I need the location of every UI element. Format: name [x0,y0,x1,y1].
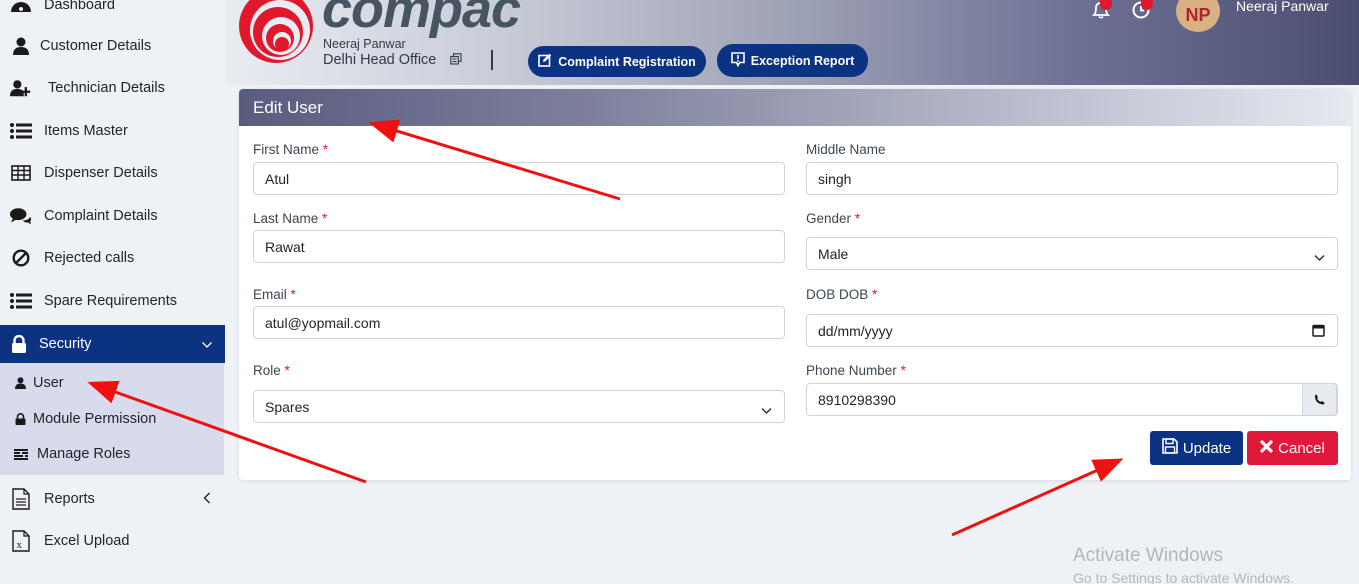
sidebar-item-label: Customer Details [40,38,152,54]
phone-addon [1302,383,1337,416]
compac-logo-icon [238,0,314,64]
sidebar-item-label: Excel Upload [44,533,130,549]
exception-report-label: Exception Report [750,53,855,68]
chevron-down-icon [761,402,772,418]
role-select[interactable]: Spares [253,390,785,423]
user-plus-icon [10,77,32,99]
notification-bell-icon[interactable] [1090,0,1112,20]
exception-report-button[interactable]: Exception Report [717,44,868,77]
activate-windows-subtitle: Go to Settings to activate Windows. [1073,570,1294,584]
chevron-down-icon [1314,249,1325,265]
complaint-registration-label: Complaint Registration [558,54,696,69]
last-name-input[interactable]: Rawat [253,230,785,263]
first-name-input[interactable]: Atul [253,162,785,195]
email-input[interactable]: atul@yopmail.com [253,306,785,339]
sidebar-item-label: Dashboard [44,0,115,13]
first-name-label: First Name * [253,142,329,157]
update-button[interactable]: Update [1150,431,1243,465]
excel-file-icon: x [10,530,32,552]
header-user-name: Neeraj Panwar [323,37,406,51]
sidebar-item-label: Rejected calls [44,250,135,266]
cancel-label: Cancel [1278,439,1325,457]
edit-user-card: Edit User First Name * Atul Middle Name … [239,89,1351,480]
user-icon [10,35,32,57]
page-title: Edit User [253,97,323,117]
chevron-left-icon [203,492,211,508]
avatar[interactable]: NP [1176,0,1220,32]
header-divider [491,50,493,70]
comments-icon [10,205,32,227]
sidebar-item-label: Technician Details [48,80,165,96]
cancel-button[interactable]: Cancel [1247,431,1338,465]
sidebar-item-complaint-details[interactable]: Complaint Details [0,195,225,237]
exception-report-icon [730,51,745,70]
sidebar-item-label: Complaint Details [44,208,158,224]
sidebar-item-items-master[interactable]: Items Master [0,110,225,152]
list-icon [10,120,32,142]
sidebar-item-dashboard[interactable]: Dashboard [0,0,225,26]
user-icon [13,376,27,390]
dob-input[interactable]: dd/mm/yyyy [806,314,1338,347]
sidebar-item-dispenser-details[interactable]: Dispenser Details [0,152,225,194]
gender-label: Gender * [806,211,861,226]
sidebar-item-customer-details[interactable]: Customer Details [0,25,225,67]
edit-icon [538,53,552,70]
close-icon [1260,439,1273,457]
sidebar-item-label: Dispenser Details [44,165,158,181]
middle-name-label: Middle Name [806,142,886,157]
sidebar-item-reports[interactable]: Reports [0,478,225,520]
last-name-label: Last Name * [253,211,328,226]
roles-icon [14,447,28,461]
role-label: Role * [253,363,290,378]
sidebar-item-label: Reports [44,491,95,507]
security-submenu: User Module Permission Manage Roles [0,363,224,475]
dashboard-icon [10,0,32,16]
phone-label: Phone Number * [806,363,906,378]
email-label: Email * [253,287,296,302]
sidebar-subitem-user[interactable]: User [0,366,224,400]
dob-label: DOB DOB * [806,287,878,302]
chevron-down-icon [201,337,213,353]
sidebar-item-excel-upload[interactable]: x Excel Upload [0,520,225,562]
card-header: Edit User [239,89,1351,126]
lock-icon [8,333,30,355]
activate-windows-title: Activate Windows [1073,545,1223,566]
avatar-initials: NP [1185,4,1211,25]
phone-icon [1314,392,1325,408]
ban-icon [10,247,32,269]
sidebar-item-technician-details[interactable]: Technician Details [0,67,225,109]
sidebar-subitem-label: Module Permission [33,411,157,427]
list-icon [10,290,32,312]
gender-select[interactable]: Male [806,237,1338,270]
top-header: compac Neeraj Panwar Delhi Head Office C… [226,0,1359,85]
complaint-registration-button[interactable]: Complaint Registration [528,46,706,77]
table-icon [10,162,32,184]
profile-name[interactable]: Neeraj Panwar [1236,0,1329,14]
file-icon [10,488,32,510]
sidebar-item-security[interactable]: Security [0,325,225,363]
header-office: Delhi Head Office [323,52,437,68]
save-icon [1162,438,1178,458]
sidebar-item-label: Security [39,336,92,352]
middle-name-input[interactable]: singh [806,162,1338,195]
sidebar-subitem-module-permission[interactable]: Module Permission [0,402,224,436]
sidebar: Dashboard Customer Details Technician De… [0,0,225,584]
brand-name: compac [322,0,521,39]
sidebar-item-label: Spare Requirements [44,293,177,309]
sidebar-item-spare-requirements[interactable]: Spare Requirements [0,280,225,322]
history-icon[interactable] [1131,0,1153,20]
sidebar-subitem-label: Manage Roles [37,446,131,462]
sidebar-item-label: Items Master [44,123,128,139]
phone-input[interactable]: 8910298390 [806,383,1338,416]
update-label: Update [1182,439,1232,457]
sidebar-subitem-manage-roles[interactable]: Manage Roles [0,437,224,471]
sidebar-subitem-label: User [33,375,64,391]
switch-office-icon[interactable] [450,52,462,70]
sidebar-item-rejected-calls[interactable]: Rejected calls [0,237,225,279]
svg-text:x: x [17,539,23,551]
lock-icon [13,412,27,426]
calendar-icon[interactable] [1312,324,1325,340]
